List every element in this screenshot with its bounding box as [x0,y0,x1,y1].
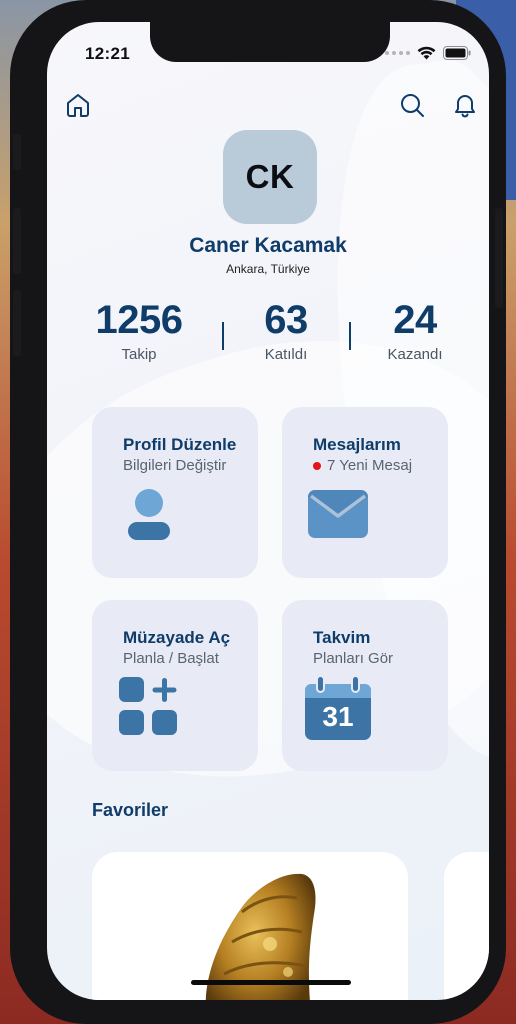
app-screen: 12:21 CK Caner Kacamak Ankara, Türkiye 1… [47,22,489,1000]
wifi-icon [417,46,436,60]
favorite-item-card[interactable] [444,852,489,1000]
mute-switch [13,134,21,170]
card-subtitle: Bilgileri Değiştir [123,457,226,474]
notifications-button[interactable] [450,90,480,120]
card-subtitle: Planları Gör [313,650,393,667]
card-subtitle-text: Planları Gör [313,650,394,667]
unread-dot [313,461,321,470]
stat-value: 1256 [95,298,183,342]
stat-value: 63 [264,298,308,342]
volume-down-button [13,290,21,356]
stat-label: Takip [121,346,157,363]
stat-value: 24 [393,298,437,342]
stat-following[interactable]: 1256 Takip [83,296,195,363]
battery-icon [443,46,471,60]
avatar[interactable]: CK [223,130,317,224]
stat-joined[interactable]: 63 Katıldı [231,296,341,363]
home-icon [67,94,89,117]
phone-frame: 12:21 CK Caner Kacamak Ankara, Türkiye 1… [10,0,506,1024]
home-button[interactable] [63,90,93,120]
home-indicator[interactable] [191,980,351,985]
card-subtitle-text: 7 Yeni Mesaj [327,457,413,474]
stat-divider [222,322,224,350]
user-icon [128,489,170,540]
stat-label: Kazandı [387,346,443,363]
profile-location: Ankara, Türkiye [226,262,310,276]
card-subtitle: 7 Yeni Mesaj [313,457,412,474]
stat-won[interactable]: 24 Kazandı [363,296,467,363]
stat-divider [349,322,351,350]
card-messages[interactable]: Mesajlarım 7 Yeni Mesaj [282,407,448,578]
power-button [495,208,503,308]
calendar-day: 31 [322,701,354,732]
status-icons [385,46,471,60]
notch [150,22,390,62]
card-title: Takvim [313,628,371,647]
calendar-icon: 31 [305,676,371,740]
card-subtitle: Planla / Başlat [123,650,219,667]
card-title: Profil Düzenle [123,435,237,454]
stat-label: Katıldı [264,346,308,363]
card-calendar[interactable]: Takvim Planları Gör 31 [282,600,448,771]
card-subtitle-text: Planla / Başlat [123,650,219,667]
card-edit-profile[interactable]: Profil Düzenle Bilgileri Değiştir [92,407,258,578]
card-create-auction[interactable]: Müzayade Aç Planla / Başlat [92,600,258,771]
search-button[interactable] [397,90,427,120]
favorite-item-card[interactable] [92,852,408,1000]
card-title: Mesajlarım [313,435,401,454]
search-icon [401,94,424,117]
signal-dots-icon [385,51,410,55]
volume-up-button [13,208,21,274]
bell-icon [455,95,475,118]
grid-plus-icon [119,677,177,735]
profile-name: Caner Kacamak [189,234,347,257]
card-title: Müzayade Aç [123,628,231,647]
status-time: 12:21 [85,44,130,63]
favorite-item-image [205,873,316,1000]
card-subtitle-text: Bilgileri Değiştir [123,457,227,474]
favorites-title: Favoriler [92,800,169,820]
envelope-icon [308,490,368,538]
